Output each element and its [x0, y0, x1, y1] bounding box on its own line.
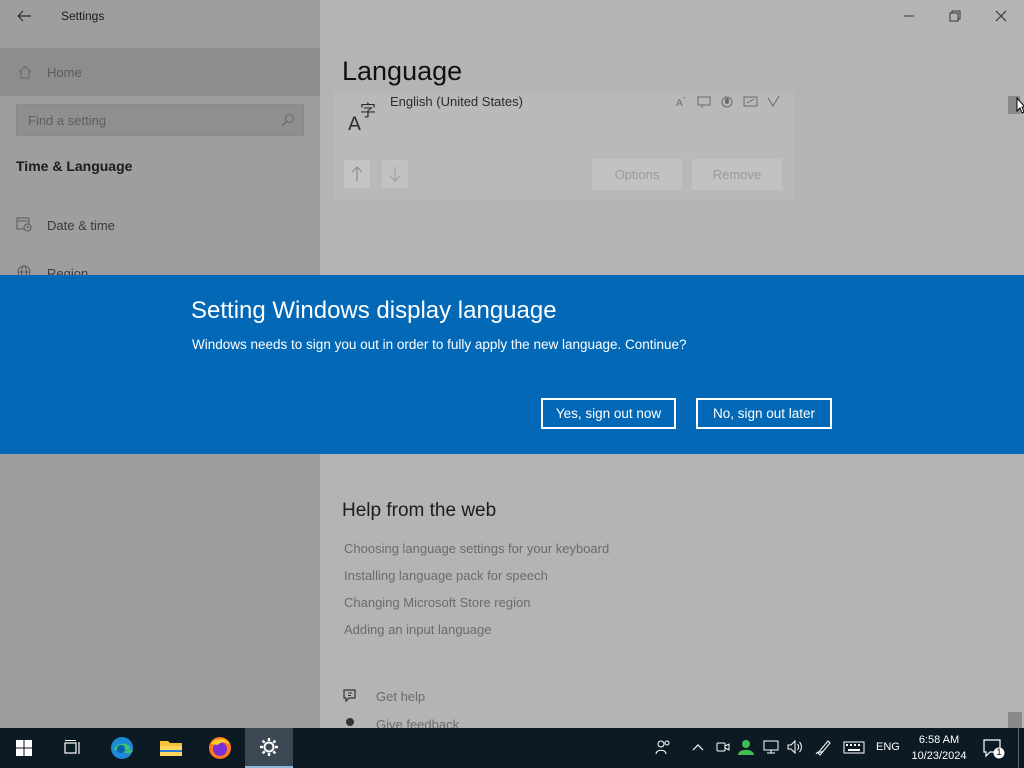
- chat-bubble-icon: [342, 688, 360, 709]
- help-link[interactable]: Choosing language settings for your keyb…: [344, 541, 609, 556]
- language-name: English (United States): [390, 94, 523, 109]
- task-view-icon[interactable]: [48, 728, 96, 768]
- volume-icon[interactable]: [786, 738, 804, 761]
- dialog-title: Setting Windows display language: [191, 297, 557, 324]
- settings-icon[interactable]: [245, 728, 293, 768]
- section-title: Time & Language: [16, 158, 133, 174]
- taskbar: ENG 6:58 AM 10/23/2024 1: [0, 728, 1024, 768]
- language-glyph-icon: A字: [348, 98, 378, 135]
- remove-button[interactable]: Remove: [692, 159, 782, 190]
- touch-keyboard-icon[interactable]: [843, 738, 865, 761]
- start-icon[interactable]: [0, 728, 48, 768]
- network-icon[interactable]: [762, 738, 780, 761]
- app-title: Settings: [61, 9, 105, 23]
- mouse-cursor-icon: [1016, 96, 1024, 120]
- edge-icon[interactable]: [98, 728, 146, 768]
- language-features: A *: [674, 94, 786, 110]
- yes-sign-out-button[interactable]: Yes, sign out now: [541, 398, 676, 429]
- clock-date: 10/23/2024: [911, 750, 967, 762]
- help-link[interactable]: Installing language pack for speech: [344, 568, 548, 583]
- home-label: Home: [47, 65, 82, 80]
- svg-text:A: A: [676, 98, 683, 109]
- page-title: Language: [342, 56, 463, 86]
- keyboard-icon: [767, 95, 780, 107]
- help-section-title: Help from the web: [342, 500, 497, 521]
- text-to-speech-icon: [697, 96, 711, 108]
- clock-time: 6:58 AM: [918, 734, 960, 746]
- notification-count: 1: [996, 747, 1002, 757]
- chevron-up-icon[interactable]: [691, 738, 705, 761]
- pen-workspace-icon[interactable]: [814, 738, 832, 761]
- help-link[interactable]: Adding an input language: [344, 622, 491, 637]
- notification-center-icon[interactable]: 1: [980, 736, 1006, 760]
- input-language[interactable]: ENG: [876, 741, 900, 753]
- firefox-icon[interactable]: [196, 728, 244, 768]
- show-desktop-button[interactable]: [1018, 728, 1019, 768]
- file-explorer-icon[interactable]: [147, 728, 195, 768]
- search-input[interactable]: [17, 105, 277, 135]
- calendar-clock-icon: [16, 216, 32, 237]
- give-feedback-link[interactable]: Give feedback: [342, 716, 542, 728]
- back-arrow-icon[interactable]: [10, 4, 38, 28]
- sidebar-item-label: Region: [47, 266, 89, 275]
- dialog-message: Windows needs to sign you out in order t…: [192, 337, 687, 352]
- clock[interactable]: 6:58 AM 10/23/2024: [904, 732, 974, 764]
- globe-icon: [16, 264, 32, 275]
- move-down-button[interactable]: [382, 160, 408, 188]
- language-list-item[interactable]: A字 English (United States) A * Options Re…: [334, 92, 794, 200]
- handwriting-icon: [743, 96, 758, 107]
- feedback-icon: [342, 716, 360, 728]
- minimize-icon[interactable]: [894, 4, 924, 28]
- restore-icon[interactable]: [940, 4, 970, 28]
- svg-text:*: *: [683, 97, 686, 103]
- give-feedback-label: Give feedback: [376, 717, 460, 728]
- close-icon[interactable]: [986, 4, 1016, 28]
- user-account-icon[interactable]: [737, 738, 755, 761]
- sidebar-item-home[interactable]: Home: [0, 48, 320, 96]
- search-icon[interactable]: [281, 113, 295, 132]
- sidebar-item-label: Date & time: [47, 218, 115, 233]
- get-help-label: Get help: [376, 689, 426, 704]
- no-sign-out-later-button[interactable]: No, sign out later: [696, 398, 832, 429]
- options-button[interactable]: Options: [592, 159, 682, 190]
- sidebar-item-region[interactable]: Region: [0, 255, 320, 275]
- svg-text:字: 字: [360, 101, 376, 120]
- search-box[interactable]: [16, 104, 304, 136]
- title-bar: Settings: [0, 0, 1024, 32]
- scrollbar-thumb-bottom[interactable]: [1008, 712, 1022, 728]
- home-icon: [18, 65, 32, 84]
- people-icon[interactable]: [654, 738, 672, 761]
- sidebar-item-date-time[interactable]: Date & time: [0, 207, 320, 243]
- display-language-icon: A *: [676, 97, 686, 109]
- help-link[interactable]: Changing Microsoft Store region: [344, 595, 530, 610]
- sign-out-dialog: Setting Windows display language Windows…: [0, 275, 1024, 454]
- meet-now-icon[interactable]: [715, 738, 731, 761]
- speech-recognition-icon: [721, 96, 733, 108]
- move-up-button[interactable]: [344, 160, 370, 188]
